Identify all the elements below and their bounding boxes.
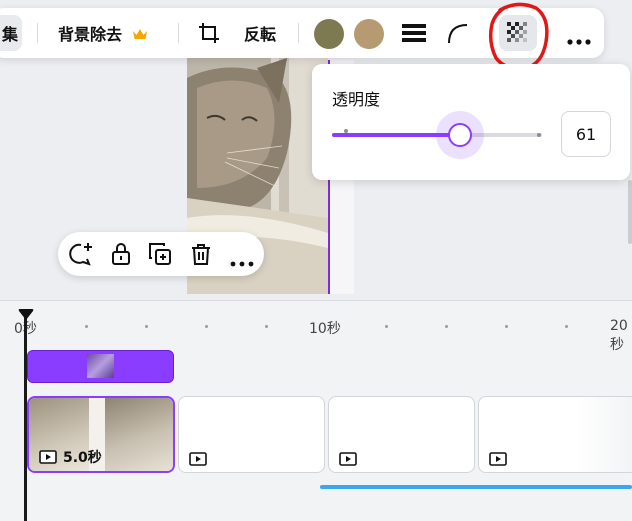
- edit-button[interactable]: 集: [2, 8, 18, 58]
- play-icon: [339, 451, 357, 466]
- more-icon: [567, 30, 591, 45]
- play-icon: [189, 451, 207, 466]
- ruler-tick: [385, 325, 388, 328]
- transparency-popup: 透明度 61: [312, 64, 630, 180]
- crop-icon: [198, 22, 220, 44]
- corner-rounding-icon: [447, 22, 469, 44]
- duplicate-icon[interactable]: [148, 242, 172, 266]
- crop-button[interactable]: [198, 8, 220, 58]
- playhead[interactable]: [24, 315, 27, 521]
- flip-button[interactable]: 反転: [244, 8, 276, 58]
- ruler-label-10: 10秒: [309, 321, 341, 337]
- ruler-tick: [205, 325, 208, 328]
- red-annotation-circle: [488, 2, 549, 71]
- ruler-label-20: 20秒: [610, 318, 628, 353]
- lock-icon[interactable]: [109, 242, 133, 266]
- line-weight-icon: [402, 22, 426, 44]
- comment-add-icon[interactable]: [68, 242, 92, 266]
- play-icon: [39, 450, 57, 464]
- divider: [37, 23, 38, 43]
- edit-label: 集: [2, 25, 19, 44]
- ruler-tick: [85, 325, 88, 328]
- slider-min-dot: [344, 129, 348, 133]
- ruler-tick: [505, 325, 508, 328]
- clip-duration: 5.0秒: [39, 447, 102, 467]
- slider-max-dot: [537, 133, 541, 137]
- audio-clip[interactable]: [27, 350, 174, 383]
- more-icon[interactable]: [230, 252, 254, 267]
- video-clip[interactable]: [178, 396, 325, 473]
- trash-icon[interactable]: [189, 242, 213, 266]
- clip-thumbnail: [105, 398, 173, 471]
- audio-clip-thumbnail: [87, 354, 114, 378]
- corner-rounding-button[interactable]: [447, 8, 469, 58]
- timeline-progress-bar: [320, 485, 632, 489]
- color-swatch-olive[interactable]: [314, 19, 344, 49]
- divider: [178, 23, 179, 43]
- bg-remove-button[interactable]: 背景除去: [58, 8, 148, 58]
- more-button[interactable]: [567, 8, 591, 58]
- video-clip-selected[interactable]: 5.0秒: [27, 396, 175, 473]
- element-context-toolbar: [58, 232, 264, 276]
- ruler-tick: [145, 325, 148, 328]
- transparency-title: 透明度: [332, 90, 381, 109]
- playhead-handle-icon[interactable]: [18, 309, 34, 321]
- play-icon: [489, 451, 507, 466]
- line-weight-button[interactable]: [402, 8, 426, 58]
- slider-knob[interactable]: [448, 123, 472, 147]
- transparency-slider[interactable]: [332, 111, 542, 159]
- clip-duration-label: 5.0秒: [63, 450, 102, 466]
- transparency-value-input[interactable]: 61: [561, 111, 611, 157]
- scrollbar[interactable]: [628, 180, 632, 244]
- video-clip[interactable]: [328, 396, 475, 473]
- bg-remove-label: 背景除去: [58, 25, 123, 44]
- flip-label: 反転: [244, 25, 277, 44]
- crown-icon: [132, 26, 148, 40]
- divider: [298, 23, 299, 43]
- ruler-tick: [445, 325, 448, 328]
- color-swatch-tan[interactable]: [354, 19, 384, 49]
- video-clip[interactable]: [478, 396, 632, 473]
- ruler-tick: [265, 325, 268, 328]
- timeline[interactable]: 0秒 10秒 20秒 5.0秒: [0, 300, 632, 521]
- ruler-tick: [565, 325, 568, 328]
